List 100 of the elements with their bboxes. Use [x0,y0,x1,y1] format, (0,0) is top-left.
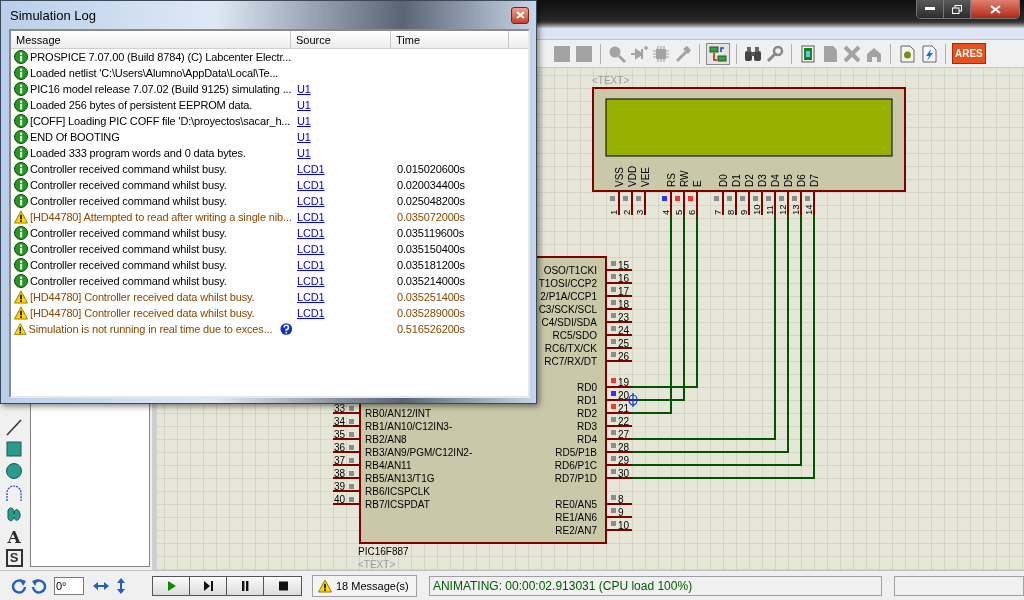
pin-label: RD1 [577,395,597,406]
info-icon [14,242,28,256]
time-text: 0.035289000s [397,307,466,319]
close-button[interactable] [511,6,529,24]
cursor-icon [627,393,639,407]
rotate-counterclockwise-icon [31,577,47,594]
pin-label: RS [666,173,677,187]
rotation-field[interactable]: 0° [54,576,84,595]
window-title: Simulation Log [9,7,96,23]
pin-label: RD2 [577,408,597,419]
source-link[interactable]: LCD1 [297,259,325,271]
message-text: Loaded 333 program words and 0 data bytes. [30,147,246,159]
ares-button[interactable]: ARES [952,43,986,64]
column-header[interactable]: Source [291,31,391,48]
pin-number: 30 [618,468,630,479]
source-link[interactable]: LCD1 [297,307,325,319]
pin-label: D0 [718,174,729,187]
source-link[interactable]: LCD1 [297,275,325,287]
source-link[interactable]: LCD1 [297,195,325,207]
source-link[interactable]: LCD1 [297,163,325,175]
pin-label: RE2/AN7 [555,525,597,536]
pin-number: 12 [777,204,788,215]
arc-tool[interactable] [3,483,25,503]
box-tool[interactable] [3,439,25,459]
magnifier-icon [608,44,626,63]
source-link[interactable]: U1 [297,131,311,143]
source-link[interactable]: LCD1 [297,243,325,255]
document-button[interactable] [798,42,818,65]
rotate-counterclockwise-button[interactable] [30,577,48,594]
block-icon [575,44,593,63]
document-icon [821,44,839,63]
pin-number: 35 [334,429,346,440]
messages-button[interactable]: 18 Message(s) [312,574,417,597]
stop-button[interactable] [264,576,301,595]
column-header[interactable]: Time [391,31,509,48]
symbol-tool[interactable]: S [5,549,23,567]
circle-tool[interactable] [3,461,25,481]
warning-icon [14,290,28,304]
source-link[interactable]: LCD1 [297,211,325,223]
pause-button[interactable] [227,576,264,595]
line-tool[interactable] [3,417,25,437]
pin-label: D1 [731,174,742,187]
pin-label: RD4 [577,434,597,445]
source-link[interactable]: LCD1 [297,179,325,191]
source-link[interactable]: U1 [297,115,311,127]
restore-icon [952,4,962,14]
pin-number: 4 [660,209,671,215]
pin-label: RB7/ICSPDAT [365,499,430,510]
pin-label: RC7/RX/DT [544,356,597,367]
pin-label: RB1/AN10/C12IN3- [365,421,453,432]
arc-icon [5,484,23,502]
warning-icon [14,306,28,320]
text-tool[interactable]: A [3,527,25,547]
source-link[interactable]: U1 [297,83,311,95]
pin-label: T1OSI/CCP2 [538,278,597,289]
pin-number: 28 [618,442,630,453]
pin-number: 29 [618,455,630,466]
pin-label: VSS [614,167,625,187]
message-text: [HD44780] Controller received data whilst busy. [30,291,255,303]
time-text: 0.035150400s [397,243,466,255]
step-button[interactable] [190,576,227,595]
pin-number: 34 [334,416,346,427]
rotate-clockwise-button[interactable] [10,577,28,594]
column-header[interactable]: Message [11,31,291,48]
pause-icon [239,579,251,592]
pin-number: 20 [618,390,630,401]
pin-label: RB3/AN9/PGM/C12IN2- [365,447,473,458]
restore-button[interactable] [944,0,971,18]
source-link[interactable]: U1 [297,147,311,159]
pin-number: 9 [738,209,749,215]
info-icon [14,130,28,144]
document-button[interactable] [897,42,917,65]
info-icon [14,114,28,128]
pin-number: 37 [334,455,346,466]
warning-icon [14,210,28,224]
component-icon [630,44,648,63]
info-icon [14,274,28,288]
close-button[interactable] [971,0,1019,18]
pin-label: RW [679,170,690,187]
circle-icon [5,462,23,480]
connection-button[interactable] [706,42,730,65]
time-text: 0.035119600s [397,227,466,239]
pin-label: RD3 [577,421,597,432]
message-text: Controller received command whilst busy. [30,195,227,207]
lightning-document-button[interactable] [919,42,939,65]
info-icon [14,162,28,176]
minimize-button[interactable] [917,0,944,18]
binoculars-icon [744,44,762,63]
pin-label: D4 [770,174,781,187]
reference-label: <TEXT> [592,75,630,86]
pin-label: RD7/P1D [554,473,597,484]
step-icon [202,579,214,592]
source-link[interactable]: LCD1 [297,227,325,239]
source-link[interactable]: U1 [297,99,311,111]
play-button[interactable] [153,576,190,595]
box-icon [5,440,23,458]
message-text: Controller received command whilst busy. [30,179,227,191]
pin-number: 13 [790,204,801,215]
source-link[interactable]: LCD1 [297,291,325,303]
message-text: Controller received command whilst busy. [30,243,227,255]
